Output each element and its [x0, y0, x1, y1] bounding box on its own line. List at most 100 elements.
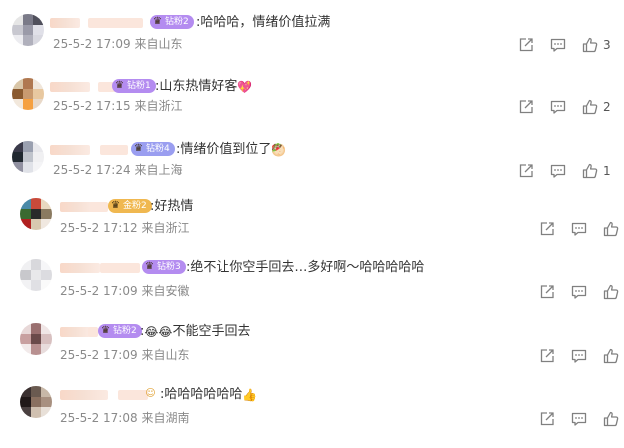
avatar-pixel — [20, 208, 31, 220]
username-blurred[interactable] — [100, 145, 128, 155]
fan-badge[interactable]: ♛ 钻粉3 — [142, 260, 186, 274]
comment-body: :好热情 — [150, 199, 194, 214]
comment-icon[interactable] — [549, 162, 567, 180]
avatar-pixel — [22, 88, 34, 100]
comment-body: :哈哈哈，情绪价值拉满 — [196, 15, 331, 30]
username-blurred[interactable] — [50, 82, 90, 92]
avatar-pixel — [41, 344, 52, 355]
comment-meta: 25-5-2 17:08 来自湖南 — [60, 410, 189, 426]
comment-location: 来自山东 — [141, 348, 190, 362]
avatar-pixel — [20, 396, 31, 408]
emoji-icon: 👍 — [242, 388, 258, 402]
share-icon[interactable] — [538, 410, 556, 428]
avatar-pixel — [30, 269, 42, 281]
like-count: 2 — [603, 100, 611, 114]
comment-meta: 25-5-2 17:15 来自浙江 — [53, 98, 182, 114]
username-blurred[interactable] — [50, 145, 90, 155]
comment-text: :😂😂不能空手回去 — [140, 323, 250, 341]
avatar-pixel — [12, 35, 23, 46]
thumbs-up-icon[interactable] — [602, 283, 620, 301]
share-icon[interactable] — [538, 220, 556, 238]
share-icon[interactable] — [517, 36, 535, 54]
comment-meta: 25-5-2 17:09 来自山东 — [60, 347, 189, 363]
avatar-pixel — [20, 344, 31, 355]
fan-badge[interactable]: ♛ 钻粉1 — [112, 79, 156, 93]
avatar-pixel — [33, 14, 44, 25]
thumbs-up-icon[interactable] — [581, 162, 599, 180]
comment-icon[interactable] — [549, 36, 567, 54]
avatar-pixel — [30, 323, 42, 334]
avatar-pixel — [20, 269, 31, 281]
username-blurred[interactable] — [50, 18, 80, 28]
avatar-pixel — [41, 280, 52, 291]
username-blurred[interactable] — [88, 18, 143, 28]
avatar[interactable] — [12, 78, 44, 110]
comment-item: ☺ :哈哈哈哈哈哈👍 25-5-2 17:08 来自湖南 — [0, 386, 624, 448]
avatar-pixel — [41, 269, 52, 281]
username-blurred[interactable] — [100, 263, 140, 273]
avatar-pixel — [20, 219, 31, 230]
comment-icon[interactable] — [549, 98, 567, 116]
share-icon[interactable] — [538, 283, 556, 301]
comment-location: 来自湖南 — [141, 411, 190, 425]
comment-location: 来自上海 — [134, 163, 183, 177]
avatar-pixel — [33, 151, 44, 163]
username-blurred[interactable] — [90, 202, 108, 212]
avatar-pixel — [30, 333, 42, 345]
fan-badge[interactable]: ♛ 金粉2 — [108, 199, 152, 213]
comment-text: :绝不让你空手回去…多好啊～哈哈哈哈哈 — [186, 259, 424, 277]
avatar[interactable] — [20, 323, 52, 355]
username-blurred[interactable] — [60, 263, 100, 273]
thumbs-up-icon[interactable] — [602, 410, 620, 428]
avatar-pixel — [41, 333, 52, 345]
share-icon[interactable] — [517, 98, 535, 116]
avatar-pixel — [33, 35, 44, 46]
avatar[interactable] — [20, 259, 52, 291]
avatar-pixel — [33, 78, 44, 89]
comment-icon[interactable] — [570, 410, 588, 428]
thumbs-up-icon[interactable] — [581, 36, 599, 54]
avatar-pixel — [12, 162, 23, 173]
comment-body: :绝不让你空手回去…多好啊～哈哈哈哈哈 — [186, 260, 425, 275]
avatar-pixel — [33, 88, 44, 100]
badge-label: 钻粉4 — [146, 144, 170, 154]
avatar-pixel — [30, 386, 42, 397]
avatar[interactable] — [20, 386, 52, 418]
comment-location: 来自浙江 — [141, 221, 190, 235]
avatar-pixel — [41, 407, 52, 418]
avatar-pixel — [41, 208, 52, 220]
fan-badge[interactable]: ♛ 钻粉4 — [131, 142, 175, 156]
comment-body: :情绪价值到位了 — [176, 142, 272, 157]
comment-icon[interactable] — [570, 283, 588, 301]
avatar-pixel — [33, 162, 44, 173]
thumbs-up-icon[interactable] — [602, 347, 620, 365]
fan-badge[interactable]: ♛ 钻粉2 — [150, 15, 194, 29]
share-icon[interactable] — [517, 162, 535, 180]
avatar[interactable] — [12, 141, 44, 173]
avatar[interactable] — [20, 198, 52, 230]
comment-item: ♛ 钻粉1 :山东热情好客💖 25-5-2 17:15 来自浙江 2 — [0, 78, 624, 140]
emoji-icon: 🥙 — [271, 143, 287, 157]
comment-icon[interactable] — [570, 220, 588, 238]
fan-badge[interactable]: ☺ — [143, 387, 157, 401]
avatar-pixel — [22, 78, 34, 89]
comment-icon[interactable] — [570, 347, 588, 365]
fan-badge[interactable]: ♛ 钻粉2 — [98, 324, 142, 338]
avatar-pixel — [20, 259, 31, 270]
username-blurred[interactable] — [60, 327, 90, 337]
thumbs-up-icon[interactable] — [602, 220, 620, 238]
avatar-pixel — [30, 198, 42, 209]
thumbs-up-icon[interactable] — [581, 98, 599, 116]
like-count: 3 — [603, 38, 611, 52]
avatar[interactable] — [12, 14, 44, 46]
badge-label: 金粉2 — [123, 201, 147, 211]
username-blurred[interactable] — [88, 327, 98, 337]
badge-label: 钻粉2 — [165, 17, 189, 27]
avatar-pixel — [30, 407, 42, 418]
avatar-pixel — [20, 407, 31, 418]
username-blurred[interactable] — [60, 390, 108, 400]
share-icon[interactable] — [538, 347, 556, 365]
crown-icon: ♛ — [134, 143, 143, 154]
badge-label: 钻粉2 — [113, 326, 137, 336]
avatar-pixel — [22, 99, 34, 110]
